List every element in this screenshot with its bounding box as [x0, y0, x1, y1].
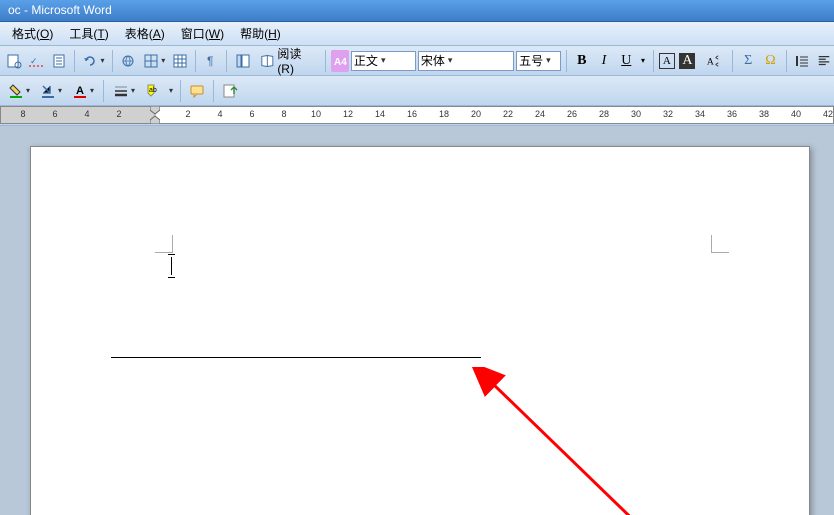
toolbar-divider — [226, 50, 227, 72]
accept-change-button[interactable] — [219, 80, 241, 102]
toolbar-divider — [112, 50, 113, 72]
dropdown-arrow-icon: ▾ — [378, 55, 386, 66]
document-page[interactable] — [30, 146, 810, 515]
character-shading-button[interactable]: A — [677, 50, 697, 72]
style-combo-text: 正文 — [354, 52, 378, 69]
toolbar-divider — [732, 50, 733, 72]
symbol-button[interactable]: Ω — [760, 50, 780, 72]
document-map-button[interactable] — [232, 50, 252, 72]
read-label: 阅读(R) — [277, 45, 314, 76]
insert-comment-button[interactable] — [186, 80, 208, 102]
toolbar-divider — [180, 80, 181, 102]
indent-marker-icon[interactable] — [150, 106, 160, 124]
align-distributed-button[interactable] — [791, 50, 811, 72]
svg-text:A: A — [707, 56, 714, 67]
annotation-arrow-icon — [471, 367, 671, 515]
toolbar-divider — [653, 50, 654, 72]
toolbar-divider — [786, 50, 787, 72]
standard-toolbar: ✓ ¶ 阅读(R) A4 正文 ▾ 宋体 ▾ 五号 ▾ B I — [0, 46, 834, 76]
equation-button[interactable]: Σ — [738, 50, 758, 72]
menu-table[interactable]: 表格(A) — [117, 22, 173, 45]
titlebar: oc - Microsoft Word — [0, 0, 834, 22]
ruler-area: 8 6 4 2 2 4 6 8 10 12 14 16 18 20 22 24 … — [0, 106, 834, 126]
page-margin-corner-tl — [155, 235, 173, 253]
styles-button[interactable]: A4 — [331, 50, 349, 72]
text-border-button[interactable]: A — [659, 53, 676, 69]
menu-tools[interactable]: 工具(T) — [61, 22, 116, 45]
show-formatting-button[interactable]: ¶ — [201, 50, 221, 72]
menu-window[interactable]: 窗口(W) — [173, 22, 232, 45]
title-text: oc - Microsoft Word — [8, 3, 112, 17]
font-combo[interactable]: 宋体 ▾ — [418, 51, 514, 71]
dropdown-arrow-icon: ▾ — [445, 55, 453, 66]
toolbar-divider — [74, 50, 75, 72]
toolbar-divider — [103, 80, 104, 102]
italic-button[interactable]: I — [594, 50, 614, 72]
svg-text:¶: ¶ — [207, 54, 213, 68]
tables-borders-button[interactable] — [140, 50, 168, 72]
drawing-toolbar: A ab — [0, 76, 834, 106]
align-left-button[interactable] — [814, 50, 834, 72]
svg-text:A4: A4 — [334, 57, 347, 68]
underline-arrow[interactable]: ▾ — [638, 50, 647, 72]
bold-button[interactable]: B — [572, 50, 592, 72]
style-combo[interactable]: 正文 ▾ — [351, 51, 416, 71]
hyperlink-button[interactable] — [118, 50, 138, 72]
line-color-button[interactable] — [36, 80, 66, 102]
dropdown-arrow-icon: ▾ — [543, 55, 551, 66]
svg-text:ab: ab — [149, 87, 157, 94]
print-preview-button[interactable] — [4, 50, 24, 72]
font-color-button[interactable]: A — [68, 80, 98, 102]
spelling-button[interactable]: ✓ — [26, 50, 46, 72]
fill-color-button[interactable] — [4, 80, 34, 102]
menu-help[interactable]: 帮助(H) — [232, 22, 289, 45]
toolbar-divider — [195, 50, 196, 72]
text-cursor — [171, 257, 172, 275]
highlight-arrow[interactable] — [165, 80, 175, 102]
menubar: 格式(O) 工具(T) 表格(A) 窗口(W) 帮助(H) — [0, 22, 834, 46]
read-button[interactable]: 阅读(R) — [255, 50, 320, 72]
highlight-button[interactable]: ab — [141, 80, 163, 102]
underline-button[interactable]: U — [616, 50, 636, 72]
menu-format[interactable]: 格式(O) — [4, 22, 61, 45]
font-size-combo[interactable]: 五号 ▾ — [516, 51, 561, 71]
toolbar-divider — [325, 50, 326, 72]
font-combo-text: 宋体 — [421, 52, 445, 69]
page-margin-corner-tr — [711, 235, 729, 253]
document-area[interactable] — [0, 126, 834, 515]
svg-text:A: A — [76, 85, 84, 97]
research-button[interactable] — [49, 50, 69, 72]
character-scaling-button[interactable]: A — [700, 50, 728, 72]
undo-button[interactable] — [80, 50, 108, 72]
toolbar-divider — [213, 80, 214, 102]
toolbar-divider — [566, 50, 567, 72]
drawn-horizontal-line[interactable] — [111, 357, 481, 358]
svg-text:✓: ✓ — [30, 56, 38, 66]
horizontal-ruler[interactable]: 8 6 4 2 2 4 6 8 10 12 14 16 18 20 22 24 … — [0, 106, 834, 124]
line-style-button[interactable] — [109, 80, 139, 102]
font-size-text: 五号 — [519, 52, 543, 69]
insert-table-button[interactable] — [170, 50, 190, 72]
